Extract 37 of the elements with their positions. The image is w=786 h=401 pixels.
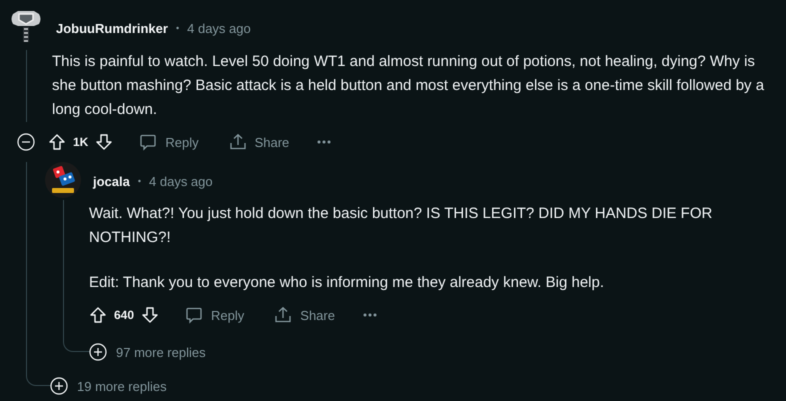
speech-bubble-icon bbox=[139, 133, 158, 151]
comment-text: Wait. What?! You just hold down the basic button? IS THIS LEGIT? DID MY HANDS DIE FOR NOTHING?! bbox=[89, 204, 714, 248]
plus-circle-icon bbox=[89, 343, 107, 361]
speech-bubble-icon bbox=[185, 306, 204, 324]
vote-count: 640 bbox=[114, 308, 134, 322]
share-button[interactable]: Share bbox=[262, 299, 347, 331]
more-replies-button[interactable]: 97 more replies bbox=[89, 335, 206, 369]
comment-text: This is painful to watch. Level 50 doing WT1 and almost running out of potions, not healing, dying? Why is she button mashing? Basic attack is a held button and most everything else is a one-time skill followed by a long cool-down. bbox=[52, 52, 766, 120]
ellipsis-icon bbox=[317, 140, 332, 144]
minus-circle-icon bbox=[17, 133, 35, 151]
up-arrow-icon bbox=[89, 306, 107, 324]
share-icon bbox=[274, 306, 292, 324]
avatar-icon bbox=[10, 8, 42, 44]
downvote-button[interactable] bbox=[95, 133, 114, 151]
share-button[interactable]: Share bbox=[216, 126, 302, 158]
reply-button[interactable]: Reply bbox=[127, 126, 211, 158]
separator-dot: • bbox=[138, 176, 142, 186]
timestamp: 4 days ago bbox=[187, 20, 251, 36]
timestamp: 4 days ago bbox=[149, 174, 213, 188]
up-arrow-icon bbox=[48, 133, 66, 151]
comment-text: Edit: Thank you to everyone who is informing me they already knew. Big help. bbox=[89, 273, 606, 293]
share-icon bbox=[228, 133, 247, 151]
down-arrow-icon bbox=[141, 306, 160, 324]
ellipsis-icon bbox=[362, 313, 377, 317]
upvote-button[interactable] bbox=[48, 133, 66, 151]
avatar-icon bbox=[45, 162, 81, 198]
collapse-button[interactable] bbox=[17, 133, 35, 151]
more-replies-button[interactable]: 19 more replies bbox=[50, 369, 167, 401]
username[interactable]: jocala bbox=[93, 174, 130, 188]
vote-count: 1K bbox=[73, 135, 88, 149]
downvote-button[interactable] bbox=[141, 306, 160, 324]
reply-button[interactable]: Reply bbox=[173, 299, 256, 331]
username[interactable]: JobuuRumdrinker bbox=[56, 20, 168, 36]
plus-circle-icon bbox=[50, 377, 68, 395]
separator-dot: • bbox=[176, 23, 180, 33]
down-arrow-icon bbox=[95, 133, 114, 151]
upvote-button[interactable] bbox=[89, 306, 107, 324]
